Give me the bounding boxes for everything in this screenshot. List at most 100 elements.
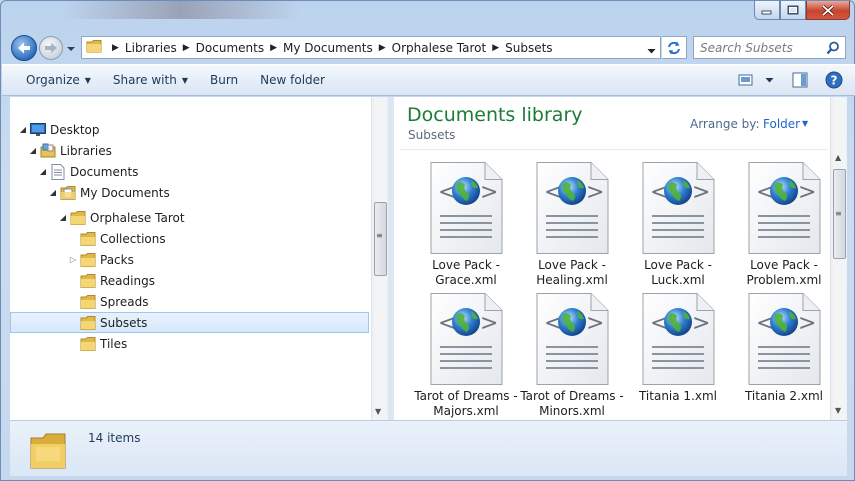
change-view-button[interactable] [731, 67, 761, 93]
breadcrumb-subsets[interactable]: Subsets [505, 41, 552, 55]
navigation-pane-scrollbar[interactable]: ≡ [371, 97, 388, 420]
breadcrumb-separator-icon[interactable]: ▶ [112, 43, 119, 53]
scroll-down-icon[interactable]: ▼ [835, 406, 841, 415]
breadcrumb-documents[interactable]: Documents [196, 41, 264, 55]
view-options-dropdown[interactable] [761, 67, 777, 93]
xml-file-icon: < > [639, 292, 717, 386]
share-with-button[interactable]: Share with ▼ [102, 65, 199, 95]
minimize-button[interactable] [754, 1, 780, 20]
svg-text:>: > [480, 180, 498, 205]
documents-folder-icon [60, 185, 76, 201]
tree-item-label: Desktop [50, 122, 100, 137]
tree-item-spreads[interactable]: Spreads [10, 291, 369, 312]
file-name: Tarot of Dreams - Minors.xml [520, 389, 624, 418]
svg-text:>: > [798, 180, 816, 205]
breadcrumb-libraries[interactable]: Libraries [125, 41, 177, 55]
file-item[interactable]: < > Tarot of Dreams - Majors.xml [413, 292, 519, 420]
file-item[interactable]: < > Love Pack - Grace.xml [413, 161, 519, 289]
close-button[interactable] [806, 1, 850, 20]
scroll-down-icon[interactable]: ▼ [375, 407, 381, 416]
file-item[interactable]: < > Love Pack - Problem.xml [731, 161, 830, 289]
file-list[interactable]: Documents library Subsets Arrange by: Fo… [394, 97, 830, 420]
folder-icon [80, 231, 96, 247]
address-bar[interactable]: ▶ Libraries ▶ Documents ▶ My Documents ▶… [81, 36, 661, 59]
maximize-button[interactable] [780, 1, 806, 20]
navigation-row: ▶ Libraries ▶ Documents ▶ My Documents ▶… [1, 31, 855, 63]
burn-button[interactable]: Burn [199, 65, 249, 95]
file-item[interactable]: < > Love Pack - Luck.xml [625, 161, 731, 289]
command-bar: Organize ▼ Share with ▼ Burn New folder … [2, 64, 855, 96]
breadcrumb-separator-icon[interactable]: ▶ [379, 43, 386, 53]
collapsed-arrow-icon[interactable]: ▷ [68, 255, 78, 264]
search-input[interactable] [700, 40, 826, 55]
scroll-up-icon[interactable]: ▲ [835, 153, 841, 162]
folder-icon [80, 273, 96, 289]
file-name: Titania 1.xml [638, 389, 718, 403]
organize-label: Organize [26, 73, 80, 87]
refresh-button[interactable] [662, 36, 687, 59]
file-name: Titania 2.xml [744, 389, 824, 403]
view-icon [738, 74, 753, 86]
navigation-pane[interactable]: ◢ Desktop ◢ Libraries ◢ Documents ◢ My D… [10, 97, 371, 420]
documents-icon [50, 163, 66, 180]
chevron-down-icon[interactable]: ▼ [802, 119, 808, 128]
svg-text:>: > [692, 311, 710, 336]
title-bar[interactable] [1, 1, 855, 31]
file-name: Love Pack - Grace.xml [432, 258, 500, 287]
tree-item-collections[interactable]: Collections [10, 228, 369, 249]
svg-text:>: > [798, 311, 816, 336]
tree-item-documents[interactable]: ◢ Documents [10, 161, 369, 182]
breadcrumb-separator-icon[interactable]: ▶ [183, 43, 190, 53]
file-item[interactable]: < > Tarot of Dreams - Minors.xml [519, 292, 625, 420]
tree-item-desktop[interactable]: ◢ Desktop [10, 119, 369, 140]
xml-file-icon: < > [533, 292, 611, 386]
refresh-icon [668, 41, 680, 54]
new-folder-button[interactable]: New folder [249, 65, 336, 95]
file-name: Love Pack - Healing.xml [536, 258, 608, 287]
file-item[interactable]: < > Love Pack - Healing.xml [519, 161, 625, 289]
search-icon[interactable] [826, 41, 840, 58]
burn-label: Burn [209, 73, 239, 87]
new-folder-label: New folder [260, 73, 325, 87]
file-name: Love Pack - Problem.xml [746, 258, 822, 287]
tree-item-tiles[interactable]: Tiles [10, 333, 369, 354]
breadcrumb-separator-icon[interactable]: ▶ [270, 43, 277, 53]
recent-pages-dropdown[interactable] [66, 43, 76, 53]
share-with-label: Share with [112, 73, 177, 87]
back-button[interactable] [11, 35, 37, 61]
tree-item-orphalese-tarot[interactable]: ◢ Orphalese Tarot [10, 207, 369, 228]
file-item[interactable]: < > Titania 1.xml [625, 292, 731, 420]
expanded-arrow-icon[interactable]: ◢ [48, 188, 58, 197]
expanded-arrow-icon[interactable]: ◢ [58, 213, 68, 222]
arrange-by-dropdown[interactable]: Folder [763, 117, 800, 131]
maximize-icon [787, 5, 799, 15]
search-box[interactable] [693, 36, 846, 59]
folder-icon [80, 294, 96, 310]
close-icon [821, 4, 835, 16]
tree-item-packs[interactable]: ▷ Packs [10, 249, 369, 270]
preview-pane-button[interactable] [785, 67, 815, 93]
breadcrumb-my-documents[interactable]: My Documents [283, 41, 373, 55]
file-item[interactable]: < > Titania 2.xml [731, 292, 830, 420]
forward-button[interactable] [39, 36, 63, 60]
expanded-arrow-icon[interactable]: ◢ [18, 125, 28, 134]
expanded-arrow-icon[interactable]: ◢ [28, 146, 38, 155]
breadcrumb-separator-icon[interactable]: ▶ [492, 43, 499, 53]
breadcrumb-orphalese-tarot[interactable]: Orphalese Tarot [392, 41, 487, 55]
address-history-dropdown[interactable] [647, 44, 656, 58]
preview-pane-icon [792, 72, 808, 88]
tree-item-label: Libraries [60, 143, 112, 158]
library-subtitle: Subsets [408, 128, 456, 142]
tree-item-subsets[interactable]: Subsets [10, 312, 369, 333]
help-button[interactable]: ? [819, 67, 849, 93]
tree-item-my-documents[interactable]: ◢ My Documents [10, 182, 369, 203]
svg-text:>: > [586, 180, 604, 205]
minimize-icon [761, 10, 772, 15]
file-list-scrollbar[interactable]: ▲ ≡ ▼ [830, 97, 847, 420]
expanded-arrow-icon[interactable]: ◢ [38, 167, 48, 176]
tree-item-libraries[interactable]: ◢ Libraries [10, 140, 369, 161]
organize-button[interactable]: Organize ▼ [2, 65, 102, 95]
tree-item-readings[interactable]: Readings [10, 270, 369, 291]
arrow-left-icon [18, 42, 30, 54]
folder-icon [86, 38, 102, 57]
